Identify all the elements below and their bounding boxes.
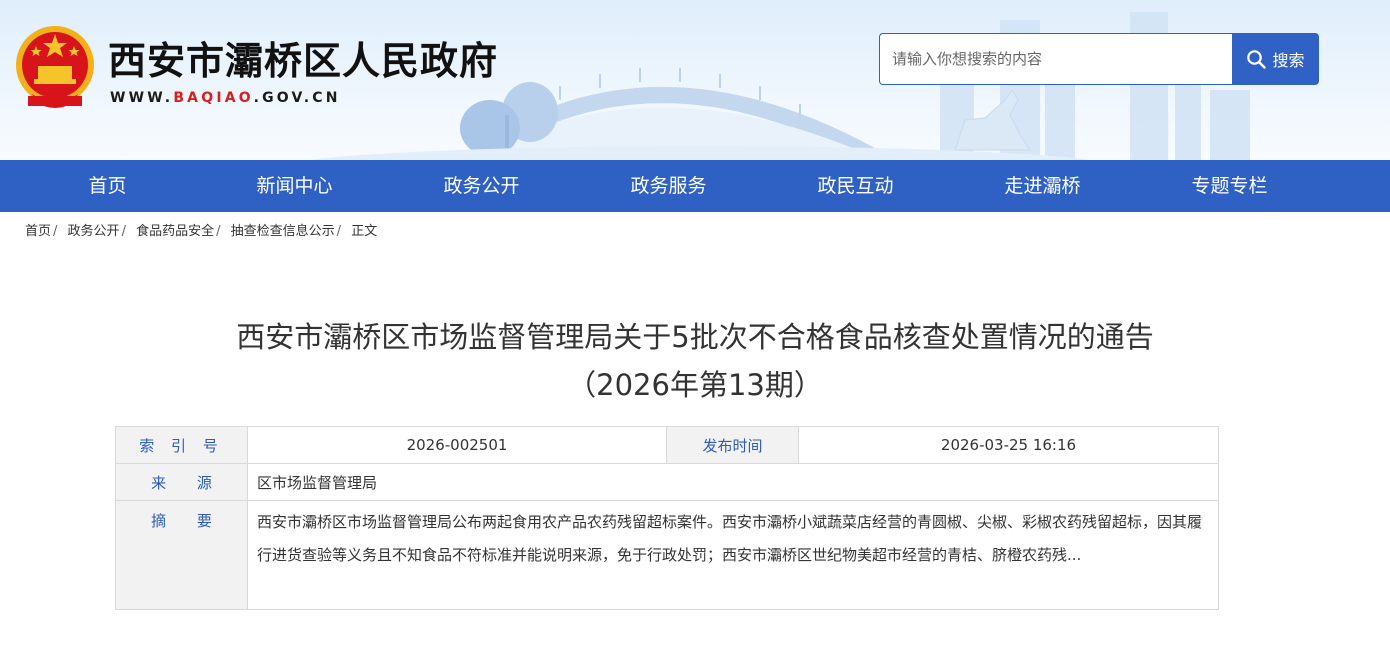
article-title-line2: （2026年第13期） xyxy=(567,368,823,402)
site-header: 西安市灞桥区人民政府 WWW.BAQIAO.GOV.CN 搜索 xyxy=(0,0,1390,160)
main-nav: 首页 新闻中心 政务公开 政务服务 政民互动 走进灞桥 专题专栏 xyxy=(0,160,1390,212)
breadcrumb-separator: / xyxy=(336,224,342,239)
nav-item-gov-services[interactable]: 政务服务 xyxy=(575,160,762,212)
search-button-label: 搜索 xyxy=(1272,51,1305,70)
breadcrumb-separator: / xyxy=(53,224,58,239)
breadcrumb-food-drug-safety[interactable]: 食品药品安全 xyxy=(136,224,214,239)
breadcrumb-separator: / xyxy=(121,224,126,239)
search-icon xyxy=(1247,50,1267,69)
summary-label: 摘 要 xyxy=(115,500,248,610)
info-row-source: 来 源 区市场监督管理局 xyxy=(115,463,1219,501)
nav-item-home[interactable]: 首页 xyxy=(14,160,201,212)
nav-item-about[interactable]: 走进灞桥 xyxy=(949,160,1136,212)
breadcrumb: 首页 / 政务公开 / 食品药品安全 / 抽查检查信息公示 / 正文 xyxy=(0,212,1390,252)
source-label: 来 源 xyxy=(115,463,248,501)
search-input[interactable] xyxy=(879,33,1232,85)
site-url-highlight: BAQIAO xyxy=(173,90,254,106)
nav-item-interaction[interactable]: 政民互动 xyxy=(762,160,949,212)
breadcrumb-current: 正文 xyxy=(351,224,378,239)
info-row-index: 索 引 号 2026-002501 发布时间 2026-03-25 16:16 xyxy=(115,426,1219,464)
site-url-suffix: .GOV.CN xyxy=(253,90,341,106)
info-row-summary: 摘 要 西安市灞桥区市场监督管理局公布两起食用农产品农药残留超标案件。西安市灞桥… xyxy=(115,500,1219,610)
nav-item-gov-affairs[interactable]: 政务公开 xyxy=(388,160,575,212)
site-url-prefix: WWW. xyxy=(110,90,174,106)
publish-time-value: 2026-03-25 16:16 xyxy=(798,426,1219,464)
index-label: 索 引 号 xyxy=(115,426,248,464)
publish-time-label: 发布时间 xyxy=(666,426,799,464)
index-value: 2026-002501 xyxy=(247,426,667,464)
search-box: 搜索 xyxy=(879,33,1319,85)
article-title: 西安市灞桥区市场监督管理局关于5批次不合格食品核查处置情况的通告 （2026年第… xyxy=(0,313,1390,409)
breadcrumb-inspection-info[interactable]: 抽查检查信息公示 xyxy=(231,224,335,239)
site-title: 西安市灞桥区人民政府 xyxy=(108,39,499,83)
breadcrumb-gov-affairs[interactable]: 政务公开 xyxy=(68,224,120,239)
article-title-line1: 西安市灞桥区市场监督管理局关于5批次不合格食品核查处置情况的通告 xyxy=(236,320,1154,354)
search-button[interactable]: 搜索 xyxy=(1232,33,1319,85)
site-url: WWW.BAQIAO.GOV.CN xyxy=(110,90,341,106)
nav-item-news[interactable]: 新闻中心 xyxy=(201,160,388,212)
national-emblem-icon xyxy=(16,26,94,108)
nav-item-topics[interactable]: 专题专栏 xyxy=(1136,160,1323,212)
source-value: 区市场监督管理局 xyxy=(247,463,1219,501)
breadcrumb-home[interactable]: 首页 xyxy=(25,224,51,239)
article-info-table: 索 引 号 2026-002501 发布时间 2026-03-25 16:16 … xyxy=(115,426,1219,610)
breadcrumb-separator: / xyxy=(216,224,221,239)
summary-value: 西安市灞桥区市场监督管理局公布两起食用农产品农药残留超标案件。西安市灞桥小斌蔬菜… xyxy=(247,500,1219,610)
